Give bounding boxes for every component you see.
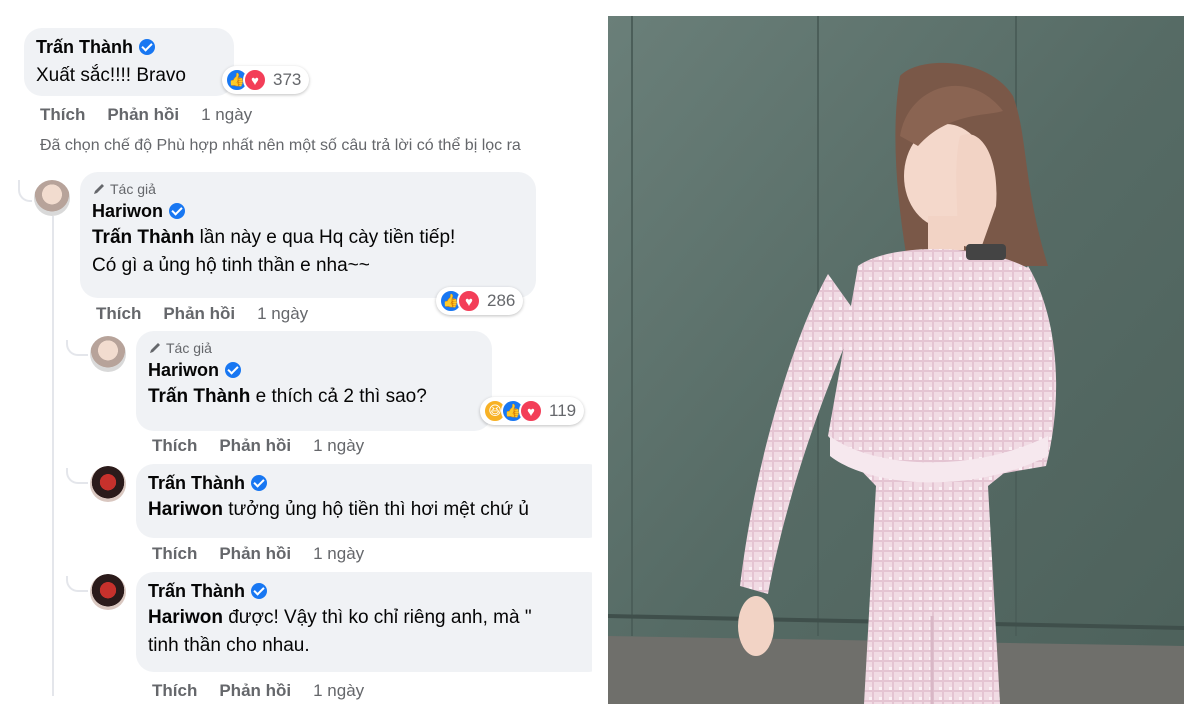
comment-author[interactable]: Trấn Thành bbox=[148, 472, 592, 494]
thread-connector bbox=[18, 180, 32, 202]
verified-badge-icon bbox=[139, 39, 156, 55]
woman-in-pink-tweed-dress-photo bbox=[608, 16, 1184, 704]
comment-text-line: Có gì a ủng hộ tinh thần e nha~~ bbox=[92, 255, 370, 276]
badge-label: Tác giả bbox=[166, 340, 212, 356]
reaction-count: 286 bbox=[487, 291, 516, 310]
reaction-count: 119 bbox=[549, 401, 577, 420]
comment-time[interactable]: 1 ngày bbox=[313, 436, 364, 456]
comment-text-line: được! Vậy thì ko chỉ riêng anh, mà " bbox=[222, 607, 532, 628]
reply-button[interactable]: Phản hồi bbox=[163, 304, 235, 324]
comment-time[interactable]: 1 ngày bbox=[257, 304, 308, 324]
avatar[interactable] bbox=[34, 180, 70, 216]
verified-badge-icon bbox=[251, 583, 268, 599]
comment-text: Trấn Thành lần này e qua Hq cày tiền tiế… bbox=[92, 224, 524, 252]
love-reaction-icon: ♥ bbox=[457, 289, 481, 313]
love-reaction-icon: ♥ bbox=[519, 399, 543, 423]
pencil-icon bbox=[94, 184, 104, 194]
verified-badge-icon bbox=[251, 475, 268, 491]
reply-bubble: Trấn Thành Hariwon được! Vậy thì ko chỉ … bbox=[136, 572, 592, 672]
author-name[interactable]: Trấn Thành bbox=[36, 36, 133, 58]
thread-connector bbox=[66, 468, 88, 484]
comment-text: Hariwon tưởng ủng hộ tiền thì hơi mệt ch… bbox=[148, 496, 592, 524]
author-name[interactable]: Trấn Thành bbox=[148, 580, 245, 602]
like-button[interactable]: Thích bbox=[152, 544, 197, 564]
mention-link[interactable]: Hariwon bbox=[148, 499, 223, 520]
comment-time[interactable]: 1 ngày bbox=[201, 105, 252, 125]
comment-actions: Thích Phản hồi 1 ngày bbox=[152, 681, 364, 701]
comment-author[interactable]: Hariwon bbox=[148, 359, 480, 381]
reply-bubble: Trấn Thành Hariwon tưởng ủng hộ tiền thì… bbox=[136, 464, 592, 538]
reply-button[interactable]: Phản hồi bbox=[107, 105, 179, 125]
like-button[interactable]: Thích bbox=[152, 436, 197, 456]
comment-actions: Thích Phản hồi 1 ngày bbox=[40, 105, 252, 125]
like-button[interactable]: Thích bbox=[40, 105, 85, 125]
thread-connector bbox=[66, 340, 88, 356]
author-name[interactable]: Hariwon bbox=[92, 200, 163, 222]
reply-button[interactable]: Phản hồi bbox=[219, 544, 291, 564]
top-comment-bubble: Trấn Thành Xuất sắc!!!! Bravo bbox=[24, 28, 234, 96]
reaction-summary[interactable]: 👍 ♥ 286 bbox=[436, 287, 524, 315]
filter-notice: Đã chọn chế độ Phù hợp nhất nên một số c… bbox=[40, 137, 521, 154]
reaction-summary[interactable]: 😆 👍 ♥ 119 bbox=[480, 397, 585, 425]
avatar[interactable] bbox=[90, 574, 126, 610]
comment-actions: Thích Phản hồi 1 ngày bbox=[152, 544, 364, 564]
reaction-summary[interactable]: 👍 ♥ 373 bbox=[222, 66, 310, 94]
comment-author[interactable]: Hariwon bbox=[92, 200, 524, 222]
comment-text-line: e thích cả 2 thì sao? bbox=[250, 386, 427, 407]
verified-badge-icon bbox=[225, 362, 242, 378]
pencil-icon bbox=[150, 343, 160, 353]
thread-connector bbox=[66, 576, 88, 592]
comment-time[interactable]: 1 ngày bbox=[313, 681, 364, 701]
comment-text-line: tưởng ủng hộ tiền thì hơi mệt chứ ủ bbox=[222, 499, 529, 520]
comment-text: Xuất sắc!!!! Bravo bbox=[36, 65, 186, 86]
comments-panel: Trấn Thành Xuất sắc!!!! Bravo 👍 ♥ 373 Th… bbox=[0, 0, 592, 720]
comment-actions: Thích Phản hồi 1 ngày bbox=[96, 304, 308, 324]
mention-link[interactable]: Trấn Thành bbox=[148, 386, 250, 407]
avatar[interactable] bbox=[90, 336, 126, 372]
thread-line bbox=[52, 216, 54, 696]
photo-illustration bbox=[608, 16, 1184, 704]
avatar[interactable] bbox=[90, 466, 126, 502]
comment-author[interactable]: Trấn Thành bbox=[148, 580, 592, 602]
mention-link[interactable]: Hariwon bbox=[148, 607, 223, 628]
reply-button[interactable]: Phản hồi bbox=[219, 436, 291, 456]
comment-author[interactable]: Trấn Thành bbox=[36, 36, 222, 58]
mention-link[interactable]: Trấn Thành bbox=[92, 227, 194, 248]
reply-bubble: Tác giả Hariwon Trấn Thành e thích cả 2 … bbox=[136, 331, 492, 431]
comment-text-line: lần này e qua Hq cày tiền tiếp! bbox=[194, 227, 456, 248]
comment-text: Hariwon được! Vậy thì ko chỉ riêng anh, … bbox=[148, 604, 592, 632]
comment-text: Trấn Thành e thích cả 2 thì sao? bbox=[148, 383, 480, 411]
verified-badge-icon bbox=[169, 203, 186, 219]
author-badge: Tác giả bbox=[92, 180, 524, 198]
reply-bubble: Tác giả Hariwon Trấn Thành lần này e qua… bbox=[80, 172, 536, 298]
comment-text-line: tinh thần cho nhau. bbox=[148, 635, 310, 656]
badge-label: Tác giả bbox=[110, 181, 156, 197]
author-name[interactable]: Trấn Thành bbox=[148, 472, 245, 494]
comment-time[interactable]: 1 ngày bbox=[313, 544, 364, 564]
like-button[interactable]: Thích bbox=[96, 304, 141, 324]
reaction-count: 373 bbox=[273, 70, 302, 89]
like-button[interactable]: Thích bbox=[152, 681, 197, 701]
author-badge: Tác giả bbox=[148, 339, 480, 357]
love-reaction-icon: ♥ bbox=[243, 68, 267, 92]
comment-actions: Thích Phản hồi 1 ngày bbox=[152, 436, 364, 456]
reply-button[interactable]: Phản hồi bbox=[219, 681, 291, 701]
author-name[interactable]: Hariwon bbox=[148, 359, 219, 381]
